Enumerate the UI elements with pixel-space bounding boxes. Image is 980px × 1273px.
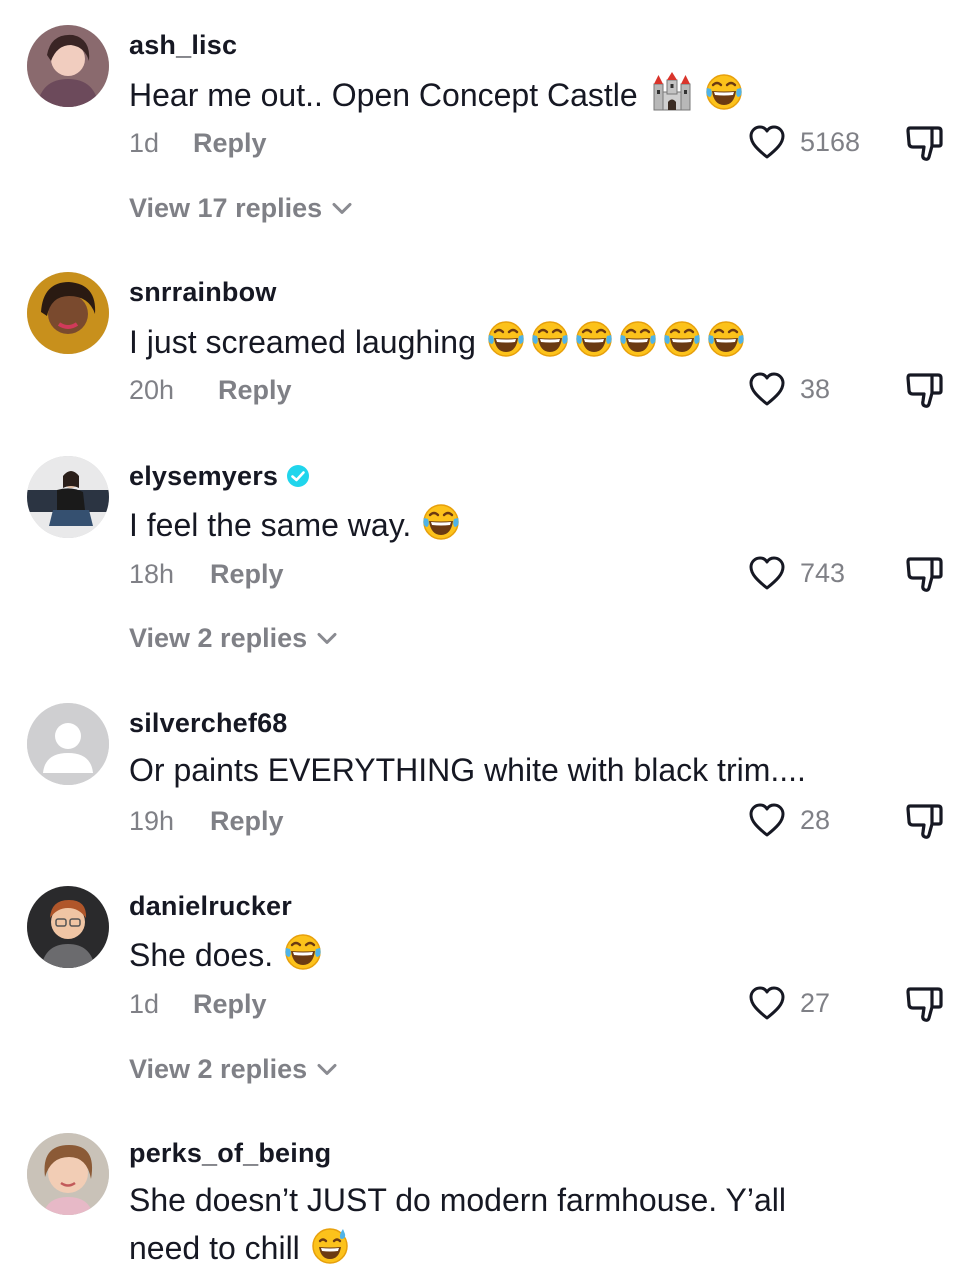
like-button[interactable]: 28 (748, 802, 830, 838)
comment-text: Or paints EVERYTHING white with black tr… (129, 746, 889, 794)
comment-time: 1d (129, 128, 160, 158)
comment-text-body: Or paints EVERYTHING white with black tr… (129, 752, 806, 788)
like-button[interactable]: 38 (748, 371, 830, 407)
comment-text-line2: need to chill (129, 1230, 300, 1266)
comment-username[interactable]: ash_lisc (129, 30, 237, 61)
avatar[interactable] (27, 272, 109, 354)
thumbs-down-icon[interactable] (904, 800, 946, 842)
tears-of-joy-emoji (530, 319, 570, 359)
tears-of-joy-emoji (421, 502, 461, 542)
view-replies-label: View 2 replies (129, 623, 308, 653)
comment-time: 20h (129, 375, 175, 405)
tears-of-joy-emoji (486, 319, 526, 359)
comment-username[interactable]: danielrucker (129, 891, 292, 922)
heart-outline-icon (748, 802, 786, 838)
comment-text-body: She does. (129, 937, 274, 973)
view-replies-button[interactable]: View 2 replies (129, 1054, 339, 1085)
like-count: 27 (800, 987, 831, 1018)
thumbs-down-icon[interactable] (904, 983, 946, 1025)
reply-button[interactable]: Reply (210, 806, 284, 837)
castle-emoji (650, 70, 694, 114)
chevron-down-icon (315, 631, 339, 647)
tears-of-joy-emoji (618, 319, 658, 359)
verified-badge-icon (287, 465, 310, 487)
thumbs-down-icon[interactable] (904, 122, 946, 164)
like-button[interactable]: 743 (748, 555, 845, 591)
reply-button[interactable]: Reply (193, 989, 267, 1020)
view-replies-label: View 17 replies (129, 193, 323, 223)
tears-of-joy-emoji (283, 932, 323, 972)
thumbs-down-icon[interactable] (904, 553, 946, 595)
like-button[interactable]: 5168 (748, 124, 860, 160)
thumbs-down-icon[interactable] (904, 369, 946, 411)
chevron-down-icon (315, 1062, 339, 1078)
chevron-down-icon (330, 201, 354, 217)
username-label: elysemyers (129, 461, 279, 491)
comment-text: I feel the same way. (129, 501, 889, 549)
heart-outline-icon (748, 124, 786, 160)
tears-of-joy-emoji (704, 72, 744, 112)
avatar[interactable] (27, 25, 109, 107)
heart-outline-icon (748, 555, 786, 591)
comment-text-line1: She doesn’t JUST do modern farmhouse. Y’… (129, 1182, 786, 1218)
like-count: 28 (800, 804, 831, 835)
comment-text: She doesn’t JUST do modern farmhouse. Y’… (129, 1176, 889, 1272)
like-count: 38 (800, 373, 831, 404)
comment-username[interactable]: perks_of_being (129, 1138, 331, 1169)
reply-button[interactable]: Reply (193, 128, 267, 159)
comment-time: 1d (129, 989, 160, 1019)
heart-outline-icon (748, 985, 786, 1021)
like-button[interactable]: 27 (748, 985, 830, 1021)
avatar[interactable] (27, 456, 109, 538)
comment-time: 19h (129, 806, 175, 836)
tears-of-joy-emoji (662, 319, 702, 359)
view-replies-label: View 2 replies (129, 1054, 308, 1084)
avatar[interactable] (27, 886, 109, 968)
comment-username[interactable]: silverchef68 (129, 708, 288, 739)
like-count: 743 (800, 557, 846, 588)
comment-text-body: I feel the same way. (129, 507, 412, 543)
grinning-sweat-emoji (310, 1225, 350, 1265)
comment-username[interactable]: snrrainbow (129, 277, 277, 308)
tears-of-joy-emoji (574, 319, 614, 359)
view-replies-button[interactable]: View 17 replies (129, 193, 354, 224)
avatar[interactable] (27, 1133, 109, 1215)
comment-username[interactable]: elysemyers (129, 461, 310, 492)
tears-of-joy-emoji (706, 319, 746, 359)
comment-text: She does. (129, 931, 889, 979)
comment-text-body: I just screamed laughing (129, 324, 476, 360)
like-count: 5168 (800, 126, 861, 157)
reply-button[interactable]: Reply (210, 559, 284, 590)
comment-time: 18h (129, 559, 175, 589)
reply-button[interactable]: Reply (218, 375, 292, 406)
comment-text-body: Hear me out.. Open Concept Castle (129, 77, 638, 113)
avatar[interactable] (27, 703, 109, 785)
comment-text: Hear me out.. Open Concept Castle (129, 70, 889, 119)
view-replies-button[interactable]: View 2 replies (129, 623, 339, 654)
heart-outline-icon (748, 371, 786, 407)
comment-text: I just screamed laughing (129, 318, 889, 366)
